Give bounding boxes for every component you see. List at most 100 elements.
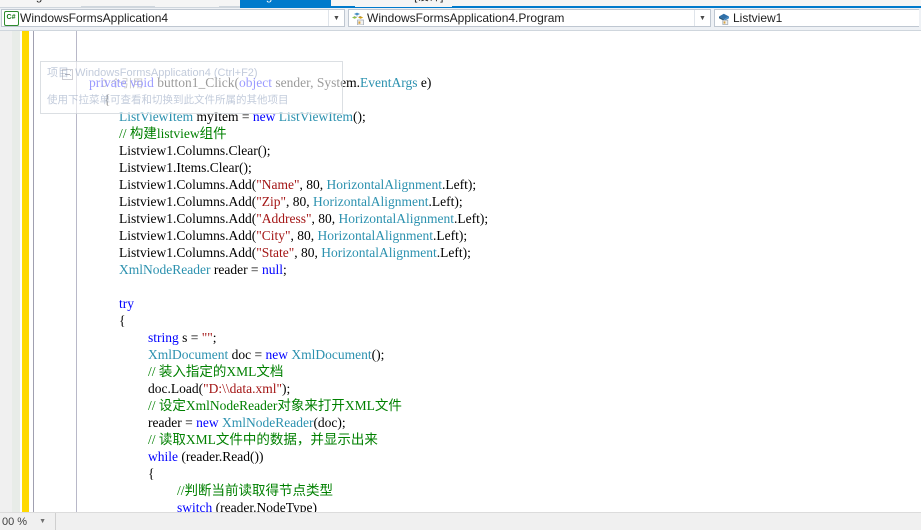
code-token: HorizontalAlignment <box>313 194 429 209</box>
code-token: HorizontalAlignment <box>321 245 437 260</box>
code-token: HorizontalAlignment <box>326 177 442 192</box>
code-token: Listview1.Columns.Add( <box>119 194 257 209</box>
code-token: XmlDocument <box>148 347 229 362</box>
code-line[interactable]: Listview1.Columns.Add("Name", 80, Horizo… <box>119 176 476 193</box>
close-icon[interactable]: ✕ <box>315 0 323 3</box>
zoom-level-control[interactable]: 00 % ▼ <box>0 513 56 530</box>
chevron-down-icon[interactable]: ▼ <box>39 518 46 525</box>
code-token: reader = <box>210 262 262 277</box>
code-token: (reader.NodeType) <box>212 500 318 512</box>
code-token: (); <box>371 347 385 362</box>
code-token: , 80, <box>299 177 327 192</box>
code-token: new <box>265 347 288 362</box>
type-dropdown[interactable]: WindowsFormsApplication4.Program ▼ <box>348 9 711 27</box>
code-line[interactable]: XmlDocument doc = new XmlDocument(); <box>148 346 384 363</box>
code-token: .Left); <box>436 245 471 260</box>
code-line[interactable]: // 读取XML文件中的数据，并显示出来 <box>148 431 378 448</box>
code-token: EventArgs <box>359 75 418 90</box>
code-token: while <box>148 449 178 464</box>
document-tab-strip[interactable]: FormDesigner.cs Form1.cs Program.cs ✕ Form1.… <box>0 0 921 8</box>
document-tab-label: Form1.cs [设计] <box>363 0 444 3</box>
code-token: HorizontalAlignment <box>317 228 434 243</box>
document-tab-label: Program.cs <box>248 0 307 3</box>
code-token: XmlNodeReader <box>221 415 314 430</box>
code-line[interactable]: Listview1.Columns.Add("State", 80, Horiz… <box>119 244 471 261</box>
code-token: , 80, <box>286 194 314 209</box>
code-token: XmlDocument <box>291 347 372 362</box>
navigation-bar: C# WindowsFormsApplication4 ▼ WindowsFor… <box>0 8 921 31</box>
code-token: string <box>148 330 179 345</box>
code-line[interactable]: // 设定XmlNodeReader对象来打开XML文件 <box>148 397 402 414</box>
code-token: "D:\\data.xml" <box>203 381 282 396</box>
document-tab[interactable]: Form1.cs [设计] <box>355 0 452 7</box>
project-dropdown-value: WindowsFormsApplication4 <box>20 11 169 25</box>
code-line[interactable]: { <box>148 465 154 482</box>
code-line[interactable]: { <box>119 312 125 329</box>
class-icon <box>349 12 367 25</box>
chevron-down-icon[interactable]: ▼ <box>694 10 710 26</box>
code-token: Listview1.Items.Clear(); <box>119 160 252 175</box>
code-line[interactable]: Listview1.Columns.Add("Zip", 80, Horizon… <box>119 193 463 210</box>
zoom-level-value: 00 % <box>2 515 28 528</box>
document-tab[interactable]: FormDesigner.cs <box>0 0 81 7</box>
code-token: HorizontalAlignment <box>338 211 454 226</box>
code-line[interactable]: switch (reader.NodeType) <box>177 499 317 512</box>
code-token: // 设定XmlNodeReader对象来打开XML文件 <box>148 398 402 413</box>
code-token: { <box>148 466 155 481</box>
code-token: ; <box>282 262 287 277</box>
code-line[interactable]: XmlNodeReader reader = null; <box>119 261 287 278</box>
tooltip-line-2: 使用下拉菜单可查看和切换到此文件所属的其他项目 <box>47 94 289 106</box>
document-tab[interactable]: Form1.cs <box>155 0 219 7</box>
code-token: reader = <box>148 415 197 430</box>
document-tab-label: Form1.cs <box>163 0 211 3</box>
code-token: switch <box>177 500 213 512</box>
code-token: "City" <box>256 228 291 243</box>
code-line[interactable]: try <box>119 295 134 312</box>
code-token: doc.Load( <box>148 381 204 396</box>
code-token: Listview1.Columns.Add( <box>119 228 257 243</box>
project-dropdown[interactable]: C# WindowsFormsApplication4 ▼ <box>1 9 345 27</box>
code-token: , 80, <box>311 211 339 226</box>
code-token: null <box>261 262 283 277</box>
document-tab[interactable]: Program.cs ✕ <box>240 0 332 7</box>
code-token: Listview1.Columns.Clear(); <box>119 143 271 158</box>
code-token: e) <box>417 75 432 90</box>
code-token: s = <box>178 330 202 345</box>
code-token: Listview1.Columns.Add( <box>119 177 257 192</box>
code-line[interactable]: Listview1.Items.Clear(); <box>119 159 252 176</box>
code-line[interactable]: // 装入指定的XML文档 <box>148 363 283 380</box>
member-dropdown[interactable]: Listview1 <box>714 9 919 27</box>
code-token: (doc); <box>313 415 346 430</box>
code-token: .Left); <box>428 194 463 209</box>
code-token: new <box>196 415 219 430</box>
member-dropdown-value: Listview1 <box>733 11 783 25</box>
code-token: (); <box>352 109 366 124</box>
code-token: .Left); <box>442 177 477 192</box>
code-line[interactable]: Listview1.Columns.Add("Address", 80, Hor… <box>119 210 488 227</box>
code-token: // 读取XML文件中的数据，并显示出来 <box>148 432 378 447</box>
code-token: { <box>119 313 126 328</box>
code-line[interactable]: // 构建listview组件 <box>119 125 227 142</box>
code-token: Listview1.Columns.Add( <box>119 245 257 260</box>
code-token: Listview1.Columns.Add( <box>119 211 257 226</box>
code-line[interactable]: Listview1.Columns.Clear(); <box>119 142 270 159</box>
code-token: , 80, <box>290 228 318 243</box>
code-token: // 装入指定的XML文档 <box>148 364 284 379</box>
code-token: (reader.Read()) <box>178 449 264 464</box>
chevron-down-icon[interactable]: ▼ <box>328 10 344 26</box>
code-token: "" <box>201 330 213 345</box>
csharp-project-icon: C# <box>2 10 20 26</box>
code-token: XmlNodeReader <box>119 262 211 277</box>
type-dropdown-value: WindowsFormsApplication4.Program <box>367 11 565 25</box>
tooltip-line-1: 项目: WindowsFormsApplication4 (Ctrl+F2) <box>47 67 258 79</box>
code-token: .Left); <box>454 211 489 226</box>
code-line[interactable]: Listview1.Columns.Add("City", 80, Horizo… <box>119 227 467 244</box>
code-line[interactable]: reader = new XmlNodeReader(doc); <box>148 414 346 431</box>
code-token: //判断当前读取得节点类型 <box>177 483 334 498</box>
method-icon <box>715 12 733 25</box>
code-line[interactable]: //判断当前读取得节点类型 <box>177 482 333 499</box>
code-line[interactable]: doc.Load("D:\\data.xml"); <box>148 380 290 397</box>
code-line[interactable]: while (reader.Read()) <box>148 448 263 465</box>
code-editor[interactable]: 0 个引用 private void button1_Click(object … <box>0 31 921 512</box>
code-line[interactable]: string s = ""; <box>148 329 217 346</box>
